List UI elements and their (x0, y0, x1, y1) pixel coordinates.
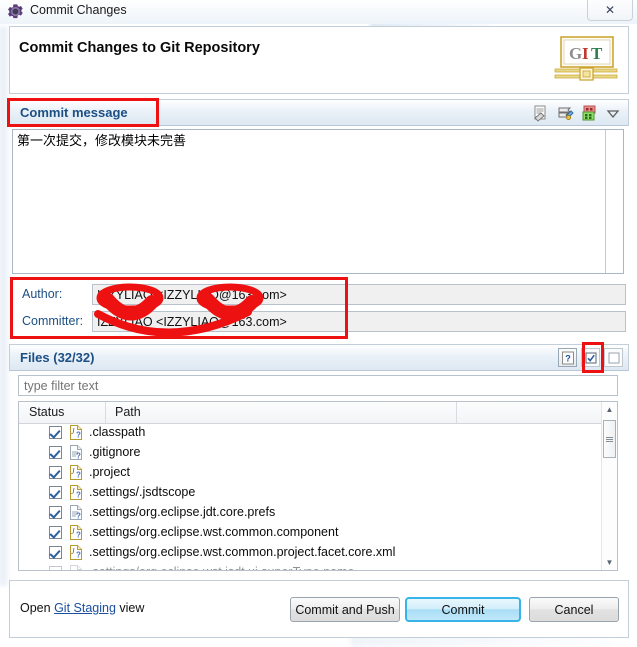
commit-message-textarea[interactable]: 第一次提交，修改模块未完善 (12, 129, 624, 274)
row-checkbox[interactable] (49, 566, 62, 570)
row-checkbox[interactable] (49, 426, 62, 439)
scroll-up-arrow[interactable]: ▲ (602, 402, 617, 417)
chevron-down-icon[interactable] (604, 104, 622, 122)
svg-text:J: J (71, 427, 75, 436)
filter-input[interactable] (18, 375, 618, 396)
svg-text:J: J (71, 547, 75, 556)
row-path: .settings/org.eclipse.wst.jsdt.ui.superT… (89, 565, 354, 570)
cancel-button[interactable]: Cancel (529, 597, 619, 622)
table-row[interactable]: J? .settings/.jsdtscope (19, 483, 602, 503)
table-row[interactable]: ? .gitignore (19, 443, 602, 463)
window-titlebar: Commit Changes ✕ (0, 0, 637, 24)
svg-text:I: I (582, 44, 589, 63)
committer-label: Committer: (22, 314, 84, 328)
close-icon: ✕ (604, 2, 616, 17)
svg-text:?: ? (76, 452, 81, 461)
svg-text:?: ? (76, 551, 81, 560)
amend-previous-commit-icon[interactable] (580, 104, 598, 122)
row-checkbox[interactable] (49, 546, 62, 559)
author-input[interactable] (92, 284, 626, 305)
table-row[interactable]: J? .settings/org.eclipse.wst.common.compo… (19, 523, 602, 543)
files-label: Files (32/32) (20, 350, 95, 365)
svg-text:T: T (591, 44, 603, 63)
commit-message-value: 第一次提交，修改模块未完善 (17, 134, 187, 149)
untracked-java-file-icon: J? (69, 545, 83, 560)
help-icon[interactable]: ? (558, 348, 577, 367)
commit-button[interactable]: Commit (405, 597, 521, 622)
table-row[interactable]: J? .settings/org.eclipse.wst.common.proje… (19, 543, 602, 563)
row-path: .classpath (89, 425, 146, 439)
svg-text:?: ? (76, 512, 81, 521)
git-staging-link[interactable]: Git Staging (54, 601, 116, 615)
row-checkbox[interactable] (49, 466, 62, 479)
table-row[interactable]: J? .classpath (19, 423, 602, 443)
add-change-id-icon[interactable] (556, 104, 574, 122)
untracked-file-icon: ? (69, 505, 83, 521)
table-scrollbar[interactable]: ▲ ▼ (601, 402, 617, 570)
table-row[interactable]: J? .project (19, 463, 602, 483)
table-row[interactable]: ? .settings/org.eclipse.jdt.core.prefs (19, 503, 602, 523)
open-suffix: view (115, 601, 145, 615)
select-all-icon[interactable] (581, 348, 600, 367)
untracked-java-file-icon: J? (69, 465, 83, 480)
gear-icon (7, 3, 24, 20)
row-path: .settings/org.eclipse.wst.common.project… (89, 545, 396, 559)
svg-text:?: ? (76, 491, 81, 500)
row-path: .settings/.jsdtscope (89, 485, 196, 499)
scroll-down-arrow[interactable]: ▼ (602, 555, 617, 570)
row-checkbox[interactable] (49, 526, 62, 539)
column-header-status[interactable]: Status (29, 405, 64, 419)
close-button[interactable]: ✕ (587, 0, 633, 21)
svg-text:J: J (71, 487, 75, 496)
commit-message-section-header: Commit message (9, 99, 629, 126)
dialog-header: Commit Changes to Git Repository G I T (9, 26, 629, 94)
add-signed-off-by-icon[interactable] (532, 104, 550, 122)
author-label: Author: (22, 287, 63, 301)
files-section-header: Files (32/32) ? (9, 344, 629, 371)
row-checkbox[interactable] (49, 446, 62, 459)
author-row: Author: (12, 284, 626, 306)
files-toolbar: ? (558, 348, 623, 367)
commit-and-push-button[interactable]: Commit and Push (290, 597, 400, 622)
svg-text:?: ? (76, 471, 81, 480)
svg-text:?: ? (76, 431, 81, 440)
untracked-java-file-icon: J? (69, 525, 83, 540)
svg-text:J: J (71, 467, 75, 476)
table-row[interactable]: ? .settings/org.eclipse.wst.jsdt.ui.super… (19, 563, 602, 570)
row-path: .settings/org.eclipse.jdt.core.prefs (89, 505, 276, 519)
git-logo-icon: G I T (553, 35, 619, 83)
committer-row: Committer: (12, 311, 626, 333)
svg-text:J: J (71, 527, 75, 536)
files-table: Status Path J? .classpath? .gitignore J? .pr… (18, 401, 618, 571)
open-git-staging-text: Open Git Staging view (20, 601, 144, 615)
dialog-footer: Open Git Staging view Commit and Push Co… (9, 580, 629, 638)
row-checkbox[interactable] (49, 506, 62, 519)
svg-text:?: ? (565, 353, 571, 363)
row-path: .project (89, 465, 130, 479)
row-path: .settings/org.eclipse.wst.common.compone… (89, 525, 339, 539)
row-path: .gitignore (89, 445, 141, 459)
untracked-file-icon: ? (69, 445, 83, 461)
open-prefix: Open (20, 601, 55, 615)
svg-text:?: ? (76, 531, 81, 540)
column-header-path[interactable]: Path (115, 405, 141, 419)
margin-ruler (605, 130, 606, 273)
untracked-java-file-icon: J? (69, 425, 83, 440)
scrollbar-thumb[interactable] (603, 420, 616, 458)
page-title: Commit Changes to Git Repository (19, 40, 260, 56)
commit-changes-dialog: Commit Changes ✕ Commit Changes to Git R… (0, 0, 637, 647)
table-body: J? .classpath? .gitignore J? .project J? .sett… (19, 423, 602, 570)
svg-text:G: G (569, 44, 582, 63)
table-header: Status Path (19, 402, 617, 424)
committer-input[interactable] (92, 311, 626, 332)
window-title: Commit Changes (30, 3, 127, 17)
untracked-file-icon: ? (69, 565, 83, 570)
commit-message-label: Commit message (20, 105, 128, 120)
row-checkbox[interactable] (49, 486, 62, 499)
untracked-java-file-icon: J? (69, 485, 83, 500)
commit-message-toolbar (532, 104, 622, 122)
deselect-all-icon[interactable] (604, 348, 623, 367)
